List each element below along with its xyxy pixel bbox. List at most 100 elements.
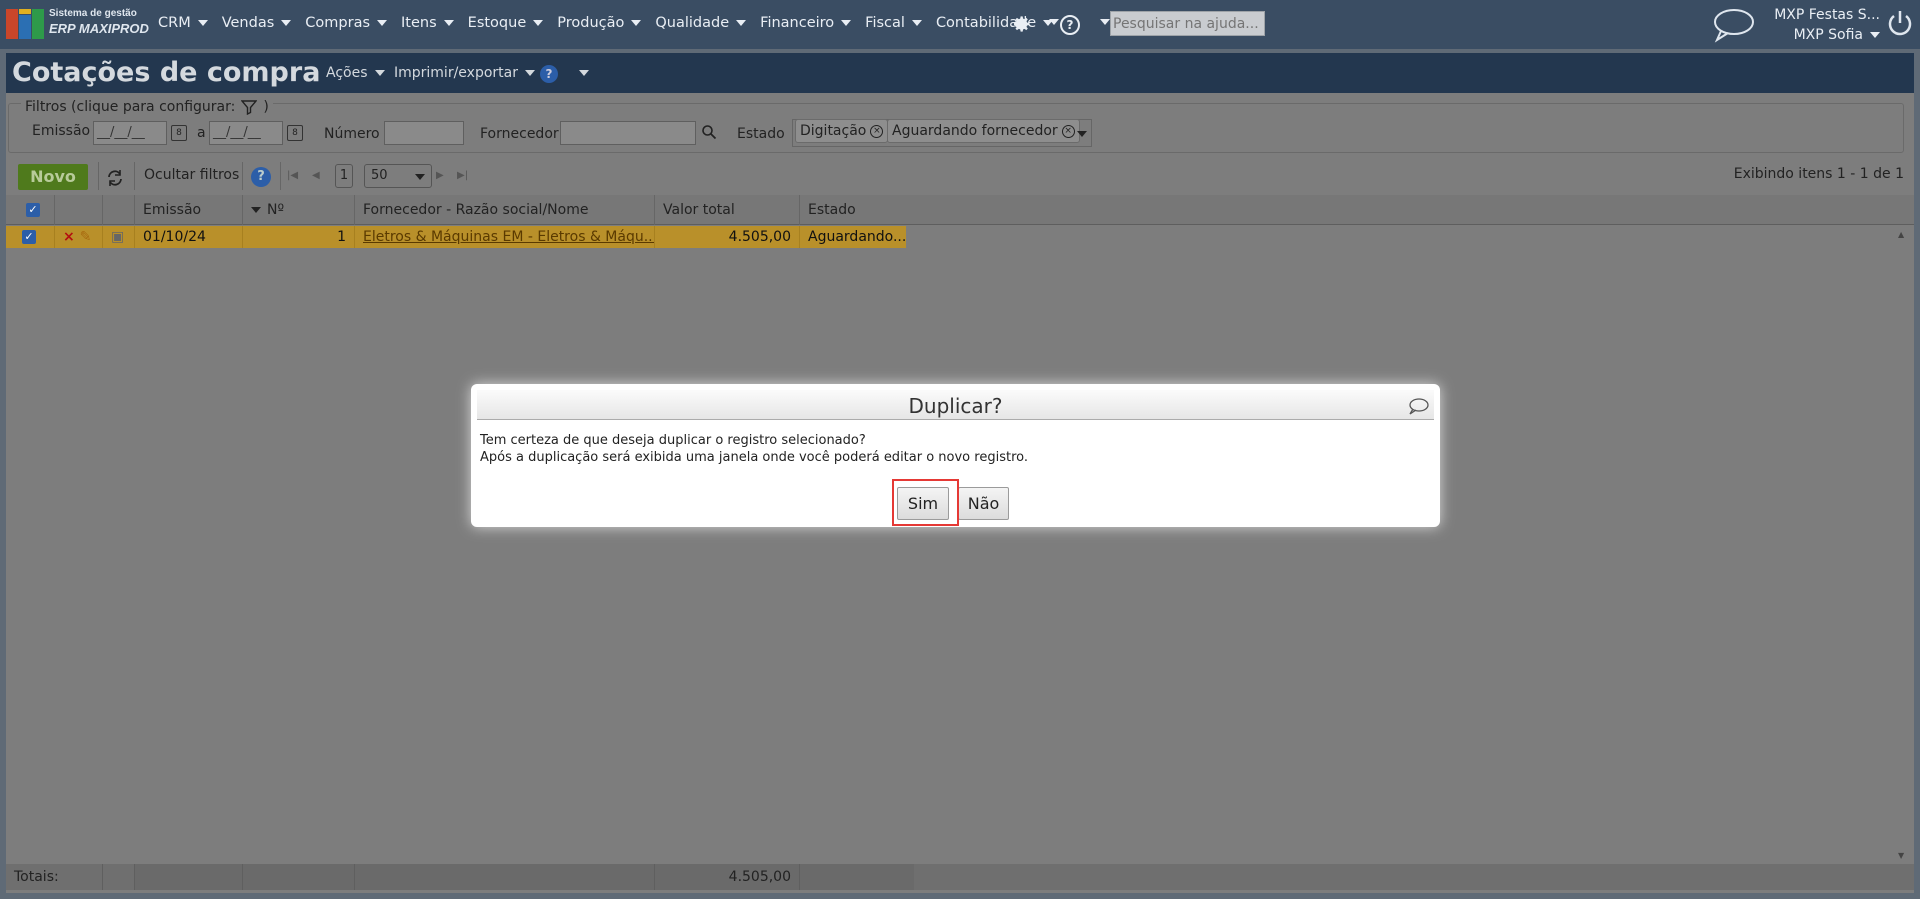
new-button[interactable]: Novo bbox=[18, 164, 88, 190]
dialog-header: Duplicar? bbox=[477, 390, 1434, 420]
logo-icon bbox=[6, 9, 44, 39]
chevron-down-icon[interactable] bbox=[1100, 19, 1110, 25]
fornecedor-input[interactable] bbox=[560, 121, 696, 145]
estado-tag-aguardando[interactable]: Aguardando fornecedor × bbox=[887, 119, 1080, 143]
menu-item-financeiro[interactable]: Financeiro bbox=[760, 15, 852, 31]
menu-item-fiscal[interactable]: Fiscal bbox=[865, 15, 922, 31]
chevron-down-icon bbox=[524, 70, 535, 76]
menu-item-crm[interactable]: CRM bbox=[158, 15, 208, 31]
menu-item-contabilidade[interactable]: Contabilidade bbox=[936, 15, 1054, 31]
print-column-header bbox=[102, 195, 134, 225]
select-all-checkbox[interactable]: ✓ bbox=[26, 203, 40, 217]
gear-icon[interactable] bbox=[1010, 13, 1032, 35]
estado-tag-digitacao[interactable]: Digitação × bbox=[795, 119, 889, 143]
menu-label: Estoque bbox=[467, 15, 527, 31]
menu-item-qualidade[interactable]: Qualidade bbox=[655, 15, 747, 31]
chevron-down-icon[interactable] bbox=[579, 70, 589, 76]
totals-cell bbox=[354, 864, 654, 890]
row-checkbox[interactable]: ✓ bbox=[22, 230, 36, 244]
print-export-menu[interactable]: Imprimir/exportar bbox=[394, 65, 535, 81]
filters-legend-label: Filtros (clique para configurar: bbox=[25, 99, 236, 115]
scroll-up-icon[interactable]: ▲ bbox=[1898, 230, 1904, 239]
hide-filters-button[interactable]: Ocultar filtros bbox=[144, 167, 239, 183]
date-to-input[interactable]: __/__/__ bbox=[209, 121, 283, 145]
menu-label: Vendas bbox=[221, 15, 275, 31]
divider bbox=[134, 162, 135, 190]
grid-scrollbar[interactable]: ▲ ▼ bbox=[1892, 226, 1912, 862]
help-search-input[interactable] bbox=[1110, 11, 1265, 36]
cell-emissao: 01/10/24 bbox=[134, 226, 242, 248]
filters-legend[interactable]: Filtros (clique para configurar: ) bbox=[21, 99, 273, 115]
date-from-input[interactable]: __/__/__ bbox=[93, 121, 167, 145]
actions-column-header bbox=[54, 195, 102, 225]
chevron-down-icon bbox=[281, 20, 292, 26]
first-page-icon[interactable]: |◀ bbox=[287, 170, 298, 181]
totals-cell bbox=[102, 864, 134, 890]
close-icon[interactable]: × bbox=[870, 124, 884, 138]
delete-icon[interactable]: × bbox=[63, 229, 75, 245]
chevron-down-icon bbox=[736, 20, 747, 26]
menu-item-estoque[interactable]: Estoque bbox=[468, 15, 544, 31]
dialog-message: Tem certeza de que deseja duplicar o reg… bbox=[480, 432, 1028, 466]
totals-value: 4.505,00 bbox=[654, 864, 799, 890]
logo-title: ERP MAXIPROD bbox=[49, 21, 149, 36]
edit-icon[interactable]: ✎ bbox=[80, 229, 92, 245]
last-page-icon[interactable]: ▶| bbox=[457, 170, 468, 181]
no-button[interactable]: Não bbox=[958, 487, 1009, 520]
chat-icon[interactable] bbox=[1407, 397, 1429, 415]
help-icon[interactable]: ? bbox=[251, 167, 271, 187]
sort-desc-icon bbox=[251, 207, 261, 213]
row-select-cell: ✓ bbox=[6, 226, 54, 248]
cell-fornecedor-link[interactable]: Eletros & Máquinas EM - Eletros & Máqu..… bbox=[354, 226, 654, 248]
filter-icon[interactable] bbox=[241, 99, 258, 115]
user-name: MXP Sofia bbox=[1793, 27, 1863, 43]
page-size-select[interactable]: 50 bbox=[364, 164, 432, 188]
help-icon[interactable]: ? bbox=[1060, 15, 1080, 35]
column-header-numero-label: Nº bbox=[267, 202, 285, 218]
close-icon[interactable]: × bbox=[1061, 124, 1075, 138]
chat-icon[interactable] bbox=[1712, 7, 1754, 43]
main-menu: CRM Vendas Compras Itens Estoque Produçã… bbox=[158, 15, 1067, 31]
help-icon[interactable]: ? bbox=[540, 65, 558, 83]
next-page-icon[interactable]: ▶ bbox=[436, 170, 444, 181]
numero-input[interactable] bbox=[384, 121, 464, 145]
chevron-down-icon bbox=[911, 20, 922, 26]
chevron-down-icon[interactable] bbox=[1077, 131, 1087, 137]
column-header-numero[interactable]: Nº bbox=[242, 195, 354, 225]
cell-estado: Aguardando... bbox=[799, 226, 906, 248]
chevron-down-icon bbox=[841, 20, 852, 26]
column-header-valor[interactable]: Valor total bbox=[654, 195, 799, 225]
refresh-icon[interactable] bbox=[106, 169, 124, 187]
menu-item-itens[interactable]: Itens bbox=[401, 15, 454, 31]
scroll-down-icon[interactable]: ▼ bbox=[1898, 851, 1904, 860]
menu-item-producao[interactable]: Produção bbox=[557, 15, 642, 31]
calendar-icon[interactable]: 8 bbox=[171, 125, 187, 141]
column-header-estado[interactable]: Estado bbox=[799, 195, 1914, 225]
column-header-emissao[interactable]: Emissão bbox=[134, 195, 242, 225]
grid-toolbar: Novo Ocultar filtros ? |◀ ◀ 1 50 ▶ ▶| Ex… bbox=[6, 158, 1914, 192]
power-icon[interactable] bbox=[1886, 9, 1914, 37]
current-page-input[interactable]: 1 bbox=[335, 164, 353, 188]
column-header-fornecedor[interactable]: Fornecedor - Razão social/Nome bbox=[354, 195, 654, 225]
print-export-label: Imprimir/exportar bbox=[394, 65, 518, 81]
page-header: Cotações de compra Ações Imprimir/export… bbox=[6, 53, 1914, 93]
estado-label: Estado bbox=[737, 126, 785, 142]
print-icon[interactable]: ▣ bbox=[102, 226, 134, 248]
app-logo[interactable]: Sistema de gestão ERP MAXIPROD bbox=[6, 7, 149, 41]
calendar-icon[interactable]: 8 bbox=[287, 125, 303, 141]
chevron-down-icon bbox=[377, 20, 388, 26]
chevron-down-icon[interactable] bbox=[1049, 19, 1059, 25]
table-row[interactable]: ✓ × ✎ ▣ 01/10/24 1 Eletros & Máquinas EM… bbox=[6, 226, 906, 248]
prev-page-icon[interactable]: ◀ bbox=[312, 170, 320, 181]
search-icon[interactable] bbox=[701, 124, 717, 140]
actions-menu[interactable]: Ações bbox=[326, 65, 385, 81]
menu-item-vendas[interactable]: Vendas bbox=[222, 15, 292, 31]
filters-legend-close: ) bbox=[263, 99, 269, 115]
user-info[interactable]: MXP Festas S... MXP Sofia bbox=[1750, 5, 1880, 45]
menu-item-compras[interactable]: Compras bbox=[305, 15, 388, 31]
divider bbox=[98, 162, 99, 190]
grid-totals-row: Totais: 4.505,00 bbox=[6, 864, 1914, 890]
actions-label: Ações bbox=[326, 65, 368, 81]
tag-label: Digitação bbox=[800, 123, 867, 139]
menu-label: Produção bbox=[557, 15, 625, 31]
